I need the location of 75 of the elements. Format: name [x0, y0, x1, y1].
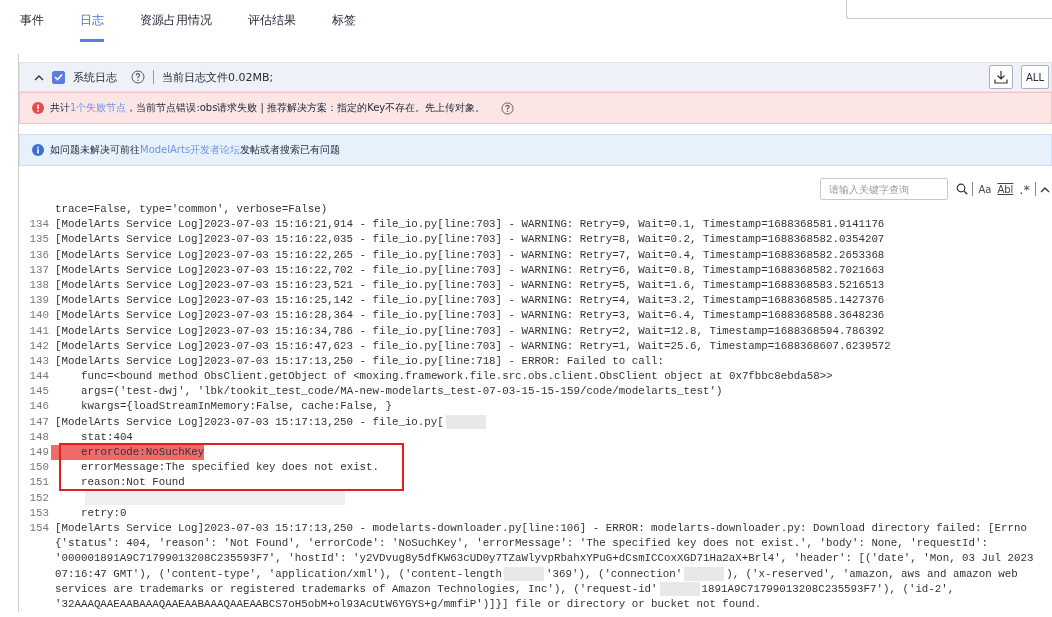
log-text: services are trademarks or registered trademarks of Amazon Technologies, Inc'), ('request-id' — [55, 581, 658, 597]
line-number: 152 — [28, 490, 50, 506]
log-text: retry:0 — [81, 505, 127, 521]
log-text: kwargs={loadStreamInMemory:False, cache:False, } — [81, 399, 392, 415]
line-number: 147 — [28, 414, 50, 430]
log-text: trace=False, type='common', verbose=False) — [55, 202, 328, 217]
help-icon[interactable] — [501, 101, 515, 115]
line-number: 148 — [28, 429, 50, 445]
log-text: func=<bound method ObsClient.getObject of <moxing.framework.file.src.obs.client.ObsClient object at 0x7fbbc8ebda58>> — [81, 369, 833, 385]
log-text: args=('test-dwj', 'lbk/tookit_test_code/MA-new-modelarts_test-07-03-15-15-159/code/modelarts_test') — [81, 384, 723, 400]
error-icon — [32, 102, 44, 114]
alert-message: 共计1个失败节点，当前节点错误:obs请求失败 | 推荐解决方案：指定的Key不存在。先上传对象。 — [50, 101, 486, 115]
log-text: 07:16:47 GMT'), ('content-type', 'application/xml'), ('content-length — [55, 566, 503, 582]
regex-toggle[interactable]: .* — [1018, 181, 1031, 197]
log-text: ), ('x-reserved', 'amazon, aws and amazon web — [726, 566, 1018, 582]
search-icon[interactable] — [956, 183, 969, 195]
line-number: 135 — [28, 232, 50, 248]
line-number: 153 — [28, 505, 50, 521]
line-number: 142 — [28, 338, 50, 354]
info-icon — [32, 144, 44, 156]
tab[interactable]: 事件 — [20, 0, 44, 42]
checkbox-label: 系统日志 — [73, 69, 117, 85]
line-number: 146 — [28, 399, 50, 415]
log-text: [ModelArts Service Log]2023-07-03 15:17:13,250 - modelarts-downloader.py[line:106] - ERROR: modelarts-downloader.py: Download directory failed: [Errno — [55, 520, 1027, 536]
log-text: reason:Not Found — [81, 475, 185, 491]
line-number: 150 — [28, 460, 50, 476]
alert-message: 如问题未解决可前往ModelArts开发者论坛发帖或者搜索已有问题 — [50, 143, 341, 157]
caret-up-icon[interactable] — [1040, 185, 1050, 193]
search-field[interactable]: 请输入关键字查询 — [820, 178, 949, 200]
log-text: [ModelArts Service Log]2023-07-03 15:16:47,623 - file_io.py[line:703] - WARNING: Retry=1, Wait=25.6, Timestamp=1688368607.6239572 — [55, 338, 891, 354]
log-text: [ModelArts Service Log]2023-07-03 15:16:25,142 - file_io.py[line:703] - WARNING: Retry=4, Wait=3.2, Timestamp=1688368585.1427376 — [55, 293, 885, 309]
line-number: 143 — [28, 353, 50, 369]
tab[interactable]: 标签 — [332, 0, 356, 42]
line-number: 141 — [28, 323, 50, 339]
line-number: 134 — [28, 217, 50, 233]
download-button[interactable] — [989, 65, 1013, 89]
input-field[interactable] — [846, 0, 1052, 19]
log-text: '32AAAQAAEAABAAAQAAEAABAAAQAAEAABCS7oH5obM+ol93AcUtW6YGYS+g/mmfiP')]}] file or directory or bucket not found. — [55, 596, 762, 612]
line-number: 145 — [28, 384, 50, 400]
download-icon — [994, 70, 1008, 84]
log-text: [ModelArts Service Log]2023-07-03 15:16:34,786 - file_io.py[line:703] - WARNING: Retry=2, Wait=12.8, Timestamp=1688368594.786392 — [55, 323, 885, 339]
log-text: {'status': 404, 'reason': 'Not Found', 'errorCode': 'NoSuchKey', 'errorMessage': 'The specified key does not exist.', 'body': None, 'requestId': — [55, 536, 988, 552]
collapse-caret-icon[interactable] — [34, 73, 44, 81]
line-number: 151 — [28, 475, 50, 491]
log-text: [ModelArts Service Log]2023-07-03 15:16:22,702 - file_io.py[line:703] - WARNING: Retry=6, Wait=0.8, Timestamp=1688368582.7021663 — [55, 262, 885, 278]
checkbox[interactable] — [52, 70, 65, 84]
line-number: 137 — [28, 262, 50, 278]
log-text: [ModelArts Service Log]2023-07-03 15:17:13,250 - file_io.py[ — [55, 414, 444, 430]
line-number: 140 — [28, 308, 50, 324]
line-number: 154 — [28, 520, 50, 536]
log-text: 1891A9C71799013208C235593F7'), ('id-2', — [701, 581, 955, 597]
whole-word-toggle[interactable]: Abl — [996, 183, 1015, 195]
log-text: [ModelArts Service Log]2023-07-03 15:16:22,035 - file_io.py[line:703] - WARNING: Retry=8, Wait=0.2, Timestamp=1688368582.0354207 — [55, 232, 885, 248]
line-number: 144 — [28, 369, 50, 385]
tab[interactable]: 日志 — [80, 0, 104, 42]
line-number: 149 — [28, 445, 50, 460]
log-text: stat:404 — [81, 429, 133, 445]
log-file-size: 当前日志文件0.02MB; — [162, 69, 274, 85]
log-text: [ModelArts Service Log]2023-07-03 15:16:22,265 - file_io.py[line:703] - WARNING: Retry=7, Wait=0.4, Timestamp=1688368582.2653368 — [55, 247, 885, 263]
line-number: 138 — [28, 277, 50, 293]
log-text: errorMessage:The specified key does not exist. — [81, 460, 380, 476]
help-icon[interactable] — [131, 70, 145, 84]
tab[interactable]: 资源占用情况 — [140, 0, 212, 42]
log-text: '000001891A9C71799013208C235593F7', 'hostId': 'y2VDvug8y5dfKW63cUD0y7TZaWlyvpRbahxYPuG+dCsmICCoxXGD71Ha2aX+Brl4', 'header': [('date', 'Mon, 03 Jul 2023 — [55, 551, 1034, 567]
log-text: '369'), ('connection' — [546, 566, 683, 582]
log-text: errorCode:NoSuchKey — [51, 445, 205, 461]
all-button[interactable]: ALL — [1021, 65, 1049, 89]
line-number: 136 — [28, 247, 50, 263]
match-case-toggle[interactable]: Aa — [977, 183, 993, 195]
line-number: 139 — [28, 293, 50, 309]
log-text: [ModelArts Service Log]2023-07-03 15:16:28,364 - file_io.py[line:703] - WARNING: Retry=3, Wait=6.4, Timestamp=1688368588.3648236 — [55, 308, 885, 324]
log-text: [ModelArts Service Log]2023-07-03 15:16:23,521 - file_io.py[line:703] - WARNING: Retry=5, Wait=1.6, Timestamp=1688368583.5216513 — [55, 277, 885, 293]
tab[interactable]: 评估结果 — [248, 0, 296, 42]
log-text: [ModelArts Service Log]2023-07-03 15:16:21,914 - file_io.py[line:703] - WARNING: Retry=9, Wait=0.1, Timestamp=1688368581.9141176 — [55, 217, 885, 233]
log-text: [ModelArts Service Log]2023-07-03 15:17:13,250 - file_io.py[line:718] - ERROR: Failed to call: — [55, 353, 665, 369]
